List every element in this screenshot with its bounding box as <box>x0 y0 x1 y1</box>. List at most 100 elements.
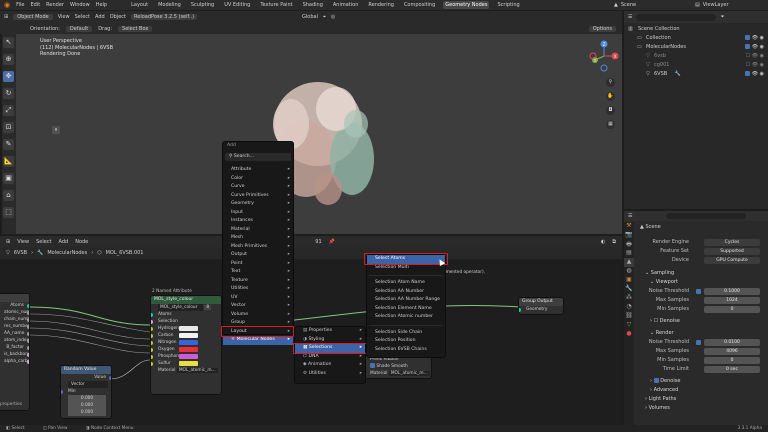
tab-modeling[interactable]: Modeling <box>156 1 183 9</box>
add-menu-uv[interactable]: UV ▸ <box>223 294 293 303</box>
advanced-subpanel[interactable]: › Advanced <box>636 386 766 395</box>
rv-min-socket[interactable]: Min <box>61 388 111 395</box>
mode-dropdown[interactable]: Object Mode <box>13 14 53 20</box>
menu-render[interactable]: Render <box>46 2 64 8</box>
style-colour-node[interactable]: MOL_style_colour MOL_style_colour 8 Atom… <box>150 295 222 395</box>
tab-animation[interactable]: Animation <box>331 1 361 9</box>
carbon-swatch[interactable] <box>179 333 198 338</box>
physics-tab-icon[interactable]: ◔ <box>624 303 634 312</box>
sel-aa-number-range[interactable]: Selection AA Number Range <box>367 296 445 305</box>
add-menu-point[interactable]: Point ▸ <box>223 260 293 269</box>
rotate-tool-icon[interactable]: ↻ <box>3 88 14 99</box>
scene-tab-icon[interactable]: ▲ <box>624 258 634 267</box>
outliner-row-6vsb[interactable]: ▽ 6VSB 🔧 👁 ◉ <box>624 70 768 79</box>
navigation-gizmo[interactable]: X Z Y <box>588 40 620 72</box>
overlay-icon[interactable]: ◐ <box>601 239 605 245</box>
object-tab-icon[interactable]: ▣ <box>624 276 634 285</box>
outliner-type-icon[interactable]: ☰ <box>628 14 632 20</box>
add-menu-material[interactable]: Material ▸ <box>223 226 293 235</box>
sampling-panel-header[interactable]: ⌄ Sampling <box>636 269 766 278</box>
style-socket-sulfur[interactable]: Sulfur <box>151 360 221 367</box>
mn-styling[interactable]: ◑ Styling ▸ <box>295 336 365 345</box>
menu-help[interactable]: Help <box>96 2 107 8</box>
add-menu-molecular-nodes[interactable]: ⚛ Molecular Nodes ▸ <box>223 336 293 345</box>
add-menu-mesh[interactable]: Mesh ▸ <box>223 234 293 243</box>
socket-res-number[interactable]: res_number <box>0 323 29 330</box>
visibility-toggles[interactable]: 👁 ◉ <box>745 43 764 52</box>
add-menu-volume[interactable]: Volume ▸ <box>223 311 293 320</box>
mn-animation[interactable]: ◆ Animation ▸ <box>295 361 365 370</box>
breadcrumb-node-group[interactable]: MOL_6VSB.001 <box>106 250 144 256</box>
r-noise-threshold-checkbox[interactable] <box>696 340 701 345</box>
socket-aa-name[interactable]: AA_name <box>0 330 29 337</box>
mn-dna[interactable]: ⌬ DNA ▸ <box>295 353 365 362</box>
data-tab-icon[interactable]: ▽ <box>624 321 634 330</box>
ne-menu-view[interactable]: View <box>17 239 29 245</box>
ne-menu-select[interactable]: Select <box>36 239 51 245</box>
hydrogen-swatch[interactable] <box>179 326 198 331</box>
ne-menu-add[interactable]: Add <box>59 239 69 245</box>
rv-value-socket[interactable]: Value <box>61 374 111 381</box>
feature-set-dropdown[interactable]: Supported <box>704 248 760 255</box>
snap-node-icon[interactable]: ⧉ <box>612 239 616 245</box>
style-socket-phosphorus[interactable]: Phosphorus <box>151 353 221 360</box>
blender-logo-icon[interactable]: ◉ <box>4 1 10 9</box>
mn-utilities[interactable]: ⚙ Utilities ▸ <box>295 370 365 379</box>
style-socket-atoms[interactable]: Atoms <box>151 311 221 318</box>
ribbon-material-row[interactable]: Material MOL_atomic_m... <box>363 370 431 377</box>
vp-noise-threshold-field[interactable]: 0.1000 <box>704 288 760 295</box>
move-tool-icon[interactable]: ✥ <box>3 71 14 82</box>
shade-smooth-row[interactable]: Shade Smooth <box>363 363 431 370</box>
style-colour-group-selector[interactable]: MOL_style_colour 8 <box>151 304 221 311</box>
world-tab-icon[interactable]: ◍ <box>624 267 634 276</box>
3d-viewport[interactable]: User Perspective (112) MolecularNodes | … <box>16 34 622 234</box>
visibility-toggles[interactable]: ☐ 👁 ◉ <box>746 52 764 61</box>
particles-tab-icon[interactable]: ⁂ <box>624 294 634 303</box>
pause-icon[interactable]: ⏸ <box>52 126 60 134</box>
menu-edit[interactable]: Edit <box>30 2 40 8</box>
outliner-row-cg001[interactable]: ▽ cg001 ☐ 👁 ◉ <box>624 61 768 70</box>
vp-menu-view[interactable]: View <box>58 14 70 20</box>
tab-compositing[interactable]: Compositing <box>402 1 437 9</box>
group-output-node[interactable]: Group Output Geometry <box>518 297 564 315</box>
style-socket-carbon[interactable]: Carbon <box>151 332 221 339</box>
zoom-icon[interactable]: ⚲ <box>606 78 615 87</box>
add-menu-layout[interactable]: Layout ▸ <box>223 328 293 337</box>
modifier-tab-icon[interactable]: 🔧 <box>624 285 634 294</box>
add-menu-search-field[interactable]: ⚲ Search... <box>225 152 291 161</box>
scene-selector[interactable]: ▲ Scene <box>614 1 636 9</box>
sel-select-atoms[interactable]: Select Atoms <box>367 255 445 264</box>
properties-search-field[interactable] <box>666 213 747 219</box>
constraints-tab-icon[interactable]: ⛓ <box>624 312 634 321</box>
outliner-row-molecularnodes[interactable]: ▭ MolecularNodes 👁 ◉ <box>624 43 768 52</box>
hand-icon[interactable]: ✋ <box>606 92 615 101</box>
add-menu-mesh-primitives[interactable]: Mesh Primitives ▸ <box>223 243 293 252</box>
outliner-row-6vsb-lower[interactable]: ▽ 6vsb ☐ 👁 ◉ <box>624 52 768 61</box>
editor-type-icon[interactable]: ⊞ <box>4 14 8 20</box>
visibility-toggles[interactable]: ☐ 👁 ◉ <box>746 61 764 70</box>
camera-icon[interactable]: ◘ <box>606 106 615 115</box>
random-value-node[interactable]: Random Value Value Vector Min 0.000 0.00… <box>60 365 112 419</box>
visibility-toggles[interactable]: 👁 ◉ <box>745 34 764 43</box>
sel-atomic-number[interactable]: Selection Atomic number <box>367 313 445 322</box>
vp-menu-add[interactable]: Add <box>95 14 105 20</box>
scale-tool-icon[interactable]: ⤢ <box>3 105 14 116</box>
sel-side-chain[interactable]: Selection Side Chain <box>367 329 445 338</box>
time-limit-field[interactable]: 0 sec <box>704 366 760 373</box>
cursor-tool-icon[interactable]: ⊕ <box>3 54 14 65</box>
snap-icon[interactable]: ⌖ <box>323 14 326 20</box>
sel-selection-multi[interactable]: Selection Multi <box>367 264 445 273</box>
orientation-dropdown[interactable]: Default <box>65 25 93 32</box>
tab-geometry-nodes[interactable]: Geometry Nodes <box>443 1 490 9</box>
menu-window[interactable]: Window <box>70 2 90 8</box>
measure-tool-icon[interactable]: 📐 <box>3 156 14 167</box>
sel-6vsb-chains[interactable]: Selection 6VSB Chains <box>367 346 445 355</box>
visibility-toggles[interactable]: 👁 ◉ <box>745 70 764 79</box>
view-layer-tab-icon[interactable]: ▤ <box>624 249 634 258</box>
socket-atom-index[interactable]: atom_index <box>0 337 29 344</box>
sel-aa-number[interactable]: Selection AA Number <box>367 288 445 297</box>
drag-dropdown[interactable]: Select Box <box>118 25 153 32</box>
add-menu-vector[interactable]: Vector ▸ <box>223 302 293 311</box>
volumes-panel[interactable]: › Volumes <box>636 404 766 413</box>
tab-sculpting[interactable]: Sculpting <box>189 1 216 9</box>
